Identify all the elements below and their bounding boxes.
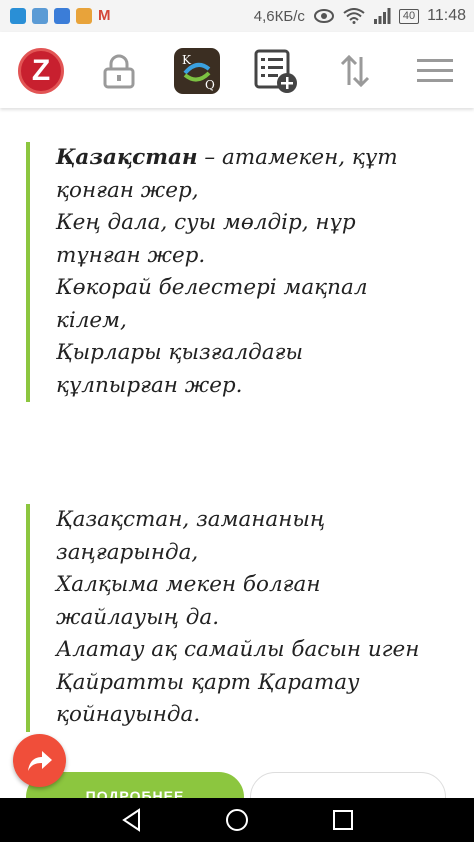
- poem-line: құлпырған жер.: [56, 372, 243, 398]
- poem-line: Кең дала, суы мөлдір, нұр: [56, 210, 356, 235]
- home-button[interactable]: [222, 806, 252, 834]
- poem-line: қонған жер,: [56, 177, 199, 203]
- status-bar: M 4,6КБ/с 40 11:48: [0, 0, 474, 32]
- back-triangle-icon: [122, 808, 140, 832]
- quiz-app-button[interactable]: KQ: [172, 46, 222, 96]
- poem-line: тұнған жер.: [56, 242, 206, 268]
- hamburger-menu-icon: [417, 59, 453, 82]
- clock: 11:48: [427, 7, 466, 24]
- sort-button[interactable]: [330, 46, 380, 96]
- recents-square-icon: [333, 810, 353, 830]
- login-button[interactable]: [94, 46, 144, 96]
- eye-icon: [313, 9, 334, 23]
- poem-line: кілем,: [56, 307, 127, 333]
- poem-line: заңғарында,: [56, 539, 199, 565]
- wifi-icon: [343, 8, 365, 24]
- network-speed: 4,6КБ/с: [253, 7, 305, 25]
- poem-line: Қазақстан, замананың: [56, 507, 326, 532]
- app-toolbar: Z KQ: [0, 32, 474, 108]
- add-list-button[interactable]: [250, 46, 300, 96]
- menu-button[interactable]: [410, 46, 460, 96]
- poem-line: жайлауың да.: [56, 604, 220, 630]
- poem-line: Халқыма мекен болған: [56, 572, 321, 597]
- poem-line-text: – атамекен, құт: [197, 145, 398, 170]
- add-list-icon: [254, 49, 297, 93]
- messenger-icon: [54, 8, 70, 24]
- poem-title: Қазақстан: [56, 145, 198, 170]
- poem-line: Қайратты қарт Қаратау: [56, 669, 360, 695]
- poem-stanza-1: Қазақстан – атамекен, құт қонған жер, Ке…: [26, 142, 398, 402]
- poem-line: Қырлары қызғалдағы: [56, 340, 303, 365]
- z-logo-icon: Z: [18, 48, 64, 94]
- vpn-icon: [10, 8, 26, 24]
- gmail-icon: M: [98, 7, 111, 24]
- app-logo-button[interactable]: Z: [16, 46, 66, 96]
- poem-line: Көкорай белестері мақпал: [56, 275, 368, 300]
- battery-level: 40: [398, 8, 420, 24]
- home-circle-icon: [226, 809, 248, 831]
- signal-icon: [373, 8, 391, 24]
- recents-button[interactable]: [328, 806, 358, 834]
- back-button[interactable]: [117, 806, 147, 834]
- game-icon: [76, 8, 92, 24]
- answer-content: Қазақстан – атамекен, құт қонған жер, Ке…: [0, 108, 474, 798]
- poem-line: Қазақстан – атамекен, құт: [56, 142, 398, 175]
- notification-icons: M: [10, 8, 111, 24]
- gallery-icon: [32, 8, 48, 24]
- svg-text:K: K: [182, 53, 192, 67]
- poem-line: қойнауында.: [56, 702, 201, 727]
- share-button[interactable]: [13, 734, 66, 787]
- share-arrow-icon: [27, 750, 52, 771]
- poem-line: Алатау ақ самайлы басын иген: [56, 637, 420, 662]
- logo-letter: Z: [31, 54, 51, 87]
- sort-arrows-icon: [340, 54, 370, 88]
- system-nav-bar: [0, 798, 474, 842]
- poem-stanza-2: Қазақстан, замананың заңғарында, Халқыма…: [26, 504, 419, 732]
- svg-text:Q: Q: [205, 78, 215, 92]
- lock-icon: [103, 54, 135, 89]
- kq-quiz-icon: KQ: [174, 48, 220, 94]
